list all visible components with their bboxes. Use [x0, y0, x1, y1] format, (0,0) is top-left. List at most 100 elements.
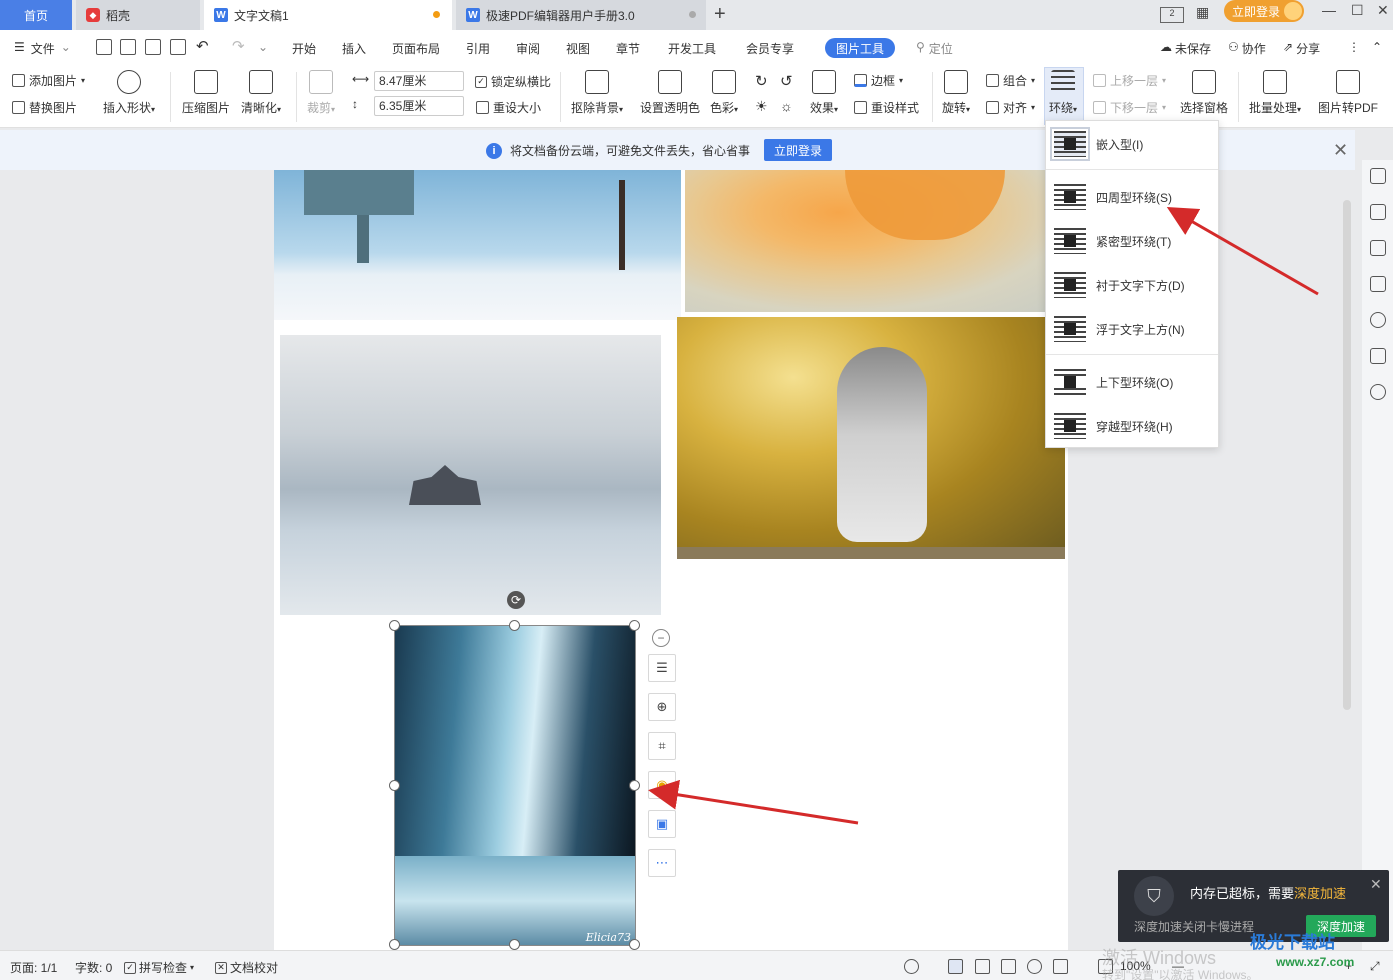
word-count[interactable]: 字数: 0 — [75, 959, 112, 976]
outline-view-icon[interactable] — [975, 959, 990, 974]
write-view-icon[interactable] — [1053, 959, 1068, 974]
width-input[interactable]: 8.47厘米 — [374, 71, 464, 91]
proofread-button[interactable]: ✕ 文档校对 — [215, 959, 278, 976]
menu-references[interactable]: 引用 — [466, 40, 490, 57]
menu-member[interactable]: 会员专享 — [746, 40, 794, 57]
resize-handle-ne[interactable] — [629, 620, 640, 631]
resize-handle-n[interactable] — [509, 620, 520, 631]
more-menu-icon[interactable]: ⋮ — [1348, 40, 1360, 54]
color-button[interactable]: 色彩▾ — [710, 70, 738, 116]
collapse-ribbon-icon[interactable]: ⌃ — [1372, 40, 1382, 54]
more-options-icon[interactable]: ⋯ — [648, 849, 676, 877]
menu-review[interactable]: 审阅 — [516, 40, 540, 57]
wrap-option-inline[interactable]: 嵌入型(I) — [1046, 122, 1218, 166]
effects-button[interactable]: 效果▾ — [810, 70, 838, 116]
ai-enhance-icon[interactable]: ◉ — [648, 771, 676, 799]
resize-handle-w[interactable] — [389, 780, 400, 791]
settings-sliders-icon[interactable] — [1370, 276, 1386, 292]
new-tab-button[interactable]: + — [714, 3, 726, 26]
file-menu[interactable]: ☰ 文件 ⌄ — [14, 40, 71, 57]
rotate-handle-icon[interactable]: ⟳ — [507, 591, 525, 609]
fullscreen-icon[interactable]: ⤢ — [1370, 959, 1380, 974]
selection-pane-button[interactable]: 选择窗格 — [1180, 70, 1228, 116]
brightness-up-icon[interactable]: ☀ — [755, 98, 768, 115]
app-grid-icon[interactable]: ▦ — [1196, 4, 1209, 21]
wrap-option-behind-text[interactable]: 衬于文字下方(D) — [1046, 263, 1218, 307]
replace-picture-button[interactable]: 替换图片 — [12, 99, 77, 116]
rocket-icon[interactable] — [1370, 168, 1386, 184]
send-backward-button[interactable]: 下移一层 ▾ — [1093, 99, 1166, 116]
flower-image[interactable] — [685, 170, 1068, 312]
share-button[interactable]: ⇗ 分享 — [1283, 40, 1320, 57]
crop-button[interactable]: 裁剪▾ — [307, 70, 335, 116]
wrap-option-tight[interactable]: 紧密型环绕(T) — [1046, 219, 1218, 263]
bring-forward-button[interactable]: 上移一层 ▾ — [1093, 72, 1166, 89]
brightness-down-icon[interactable]: ☼ — [780, 98, 793, 114]
menu-page-layout[interactable]: 页面布局 — [392, 40, 440, 57]
close-icon[interactable]: ✕ — [1370, 876, 1382, 893]
help-icon[interactable] — [1370, 312, 1386, 328]
undo-icon[interactable]: ↶ — [196, 37, 209, 55]
kitten-image[interactable] — [677, 317, 1065, 559]
minimize-icon[interactable]: — — [1322, 2, 1336, 18]
tab-document-1[interactable]: W 文字文稿1 — [204, 0, 452, 30]
zoom-in-icon[interactable]: ⊕ — [648, 693, 676, 721]
layout-mode-icon[interactable]: 2 — [1160, 7, 1184, 23]
group-button[interactable]: 组合 ▾ — [986, 72, 1035, 89]
tab-close-dot-icon[interactable] — [689, 11, 696, 18]
tab-pdf-manual[interactable]: W 极速PDF编辑器用户手册3.0 — [456, 0, 706, 30]
reading-view-icon[interactable] — [1001, 959, 1016, 974]
wrap-button[interactable]: 环绕▾ — [1049, 70, 1077, 116]
resize-handle-nw[interactable] — [389, 620, 400, 631]
page-view-icon[interactable] — [948, 959, 963, 974]
wrap-option-through[interactable]: 穿越型环绕(H) — [1046, 404, 1218, 448]
menu-start[interactable]: 开始 — [292, 40, 316, 57]
print-icon[interactable] — [145, 39, 161, 55]
picture-to-pdf-button[interactable]: 图片转PDF — [1318, 70, 1378, 116]
wrap-option-in-front-of-text[interactable]: 浮于文字上方(N) — [1046, 307, 1218, 351]
crop-tool-icon[interactable]: ⌗ — [648, 732, 676, 760]
tab-daoke[interactable]: ◆ 稻壳 — [76, 0, 200, 30]
menu-view[interactable]: 视图 — [566, 40, 590, 57]
wrap-option-top-bottom[interactable]: 上下型环绕(O) — [1046, 360, 1218, 404]
set-transparent-button[interactable]: 设置透明色 — [640, 70, 700, 116]
insert-shape-button[interactable]: 插入形状▾ — [103, 70, 155, 116]
close-icon[interactable]: ✕ — [1333, 140, 1348, 161]
lightning-icon[interactable] — [1370, 384, 1386, 400]
robot-icon[interactable] — [1370, 348, 1386, 364]
quick-access-more-icon[interactable]: ⌄ — [258, 40, 268, 54]
save-icon[interactable] — [96, 39, 112, 55]
wrap-option-square[interactable]: 四周型环绕(S) — [1046, 175, 1218, 219]
picture-to-text-icon[interactable]: ▣ — [648, 810, 676, 838]
eye-protection-icon[interactable] — [904, 959, 919, 974]
tab-picture-tools[interactable]: 图片工具 — [825, 38, 895, 58]
tab-home[interactable]: 首页 — [0, 0, 72, 30]
compress-picture-button[interactable]: 压缩图片 — [182, 70, 230, 116]
print-preview-icon[interactable] — [170, 39, 186, 55]
vertical-scrollbar[interactable] — [1343, 200, 1351, 710]
page-count[interactable]: 页面: 1/1 — [10, 959, 57, 976]
resize-handle-sw[interactable] — [389, 939, 400, 950]
web-view-icon[interactable] — [1027, 959, 1042, 974]
remove-background-button[interactable]: 抠除背景▾ — [571, 70, 623, 116]
menu-chapter[interactable]: 章节 — [616, 40, 640, 57]
cursor-icon[interactable] — [1370, 240, 1386, 256]
align-button[interactable]: 对齐 ▾ — [986, 99, 1035, 116]
lock-ratio-checkbox[interactable]: ✓ 锁定纵横比 — [475, 73, 551, 90]
border-button[interactable]: 边框 ▾ — [854, 72, 903, 89]
collaborate-button[interactable]: ⚇ 协作 — [1228, 40, 1266, 57]
misty-castle-image[interactable] — [280, 335, 661, 615]
maximize-icon[interactable]: ☐ — [1351, 2, 1364, 19]
height-input[interactable]: 6.35厘米 — [374, 96, 464, 116]
snow-scene-image[interactable] — [274, 170, 681, 320]
add-picture-button[interactable]: 添加图片 ▾ — [12, 72, 85, 89]
resize-handle-se[interactable] — [629, 939, 640, 950]
layout-options-icon[interactable]: ☰ — [648, 654, 676, 682]
close-window-icon[interactable]: ✕ — [1377, 2, 1389, 19]
batch-process-button[interactable]: 批量处理▾ — [1249, 70, 1301, 116]
sharpen-button[interactable]: 清晰化▾ — [241, 70, 281, 116]
resize-handle-e[interactable] — [629, 780, 640, 791]
menu-developer[interactable]: 开发工具 — [668, 40, 716, 57]
menu-insert[interactable]: 插入 — [342, 40, 366, 57]
locate-search[interactable]: ⚲ 定位 — [916, 40, 953, 57]
